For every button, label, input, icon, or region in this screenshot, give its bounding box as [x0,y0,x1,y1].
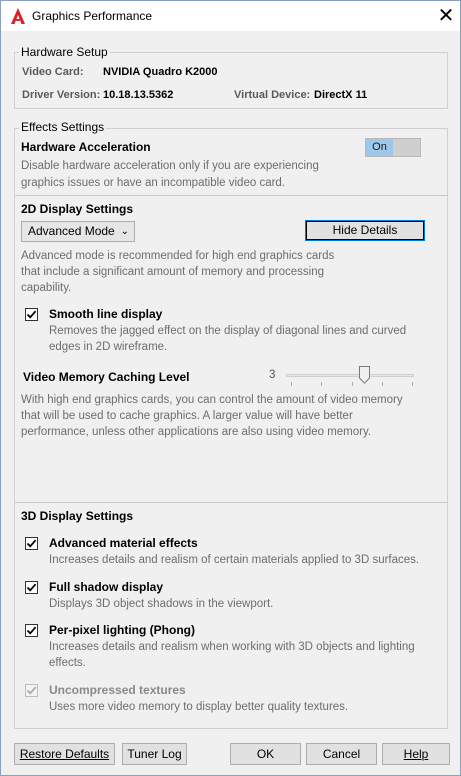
autocad-logo-icon [11,8,25,24]
hardware-acceleration-desc-2: graphics issues or have an incompatible … [21,177,286,189]
restore-defaults-button[interactable]: Restore Defaults [14,743,115,765]
display-mode-value: Advanced Mode [28,224,115,238]
restore-defaults-label: Restore Defaults [19,747,110,761]
slider-tick [291,382,292,386]
graphics-performance-dialog: Graphics Performance ✕ Hardware Setup Vi… [0,0,461,776]
advanced-material-label[interactable]: Advanced material effects [49,536,198,550]
display-mode-select[interactable]: Advanced Mode ⌄ [21,221,135,242]
video-memory-caching-title: Video Memory Caching Level [23,370,190,384]
video-memory-level-value: 3 [269,369,276,381]
2d-display-settings-title: 2D Display Settings [21,202,134,216]
smooth-line-label[interactable]: Smooth line display [49,307,162,321]
video-memory-desc-3: performance, unless other applications a… [21,426,372,438]
check-icon [26,310,37,319]
slider-tick [382,382,383,386]
slider-tick [352,382,353,386]
uncompressed-textures-label[interactable]: Uncompressed textures [49,683,186,697]
uncompressed-textures-desc: Uses more video memory to display better… [49,701,349,713]
ok-button[interactable]: OK [230,743,301,765]
tuner-log-button[interactable]: Tuner Log [122,743,187,765]
per-pixel-lighting-desc-1: Increases details and realism when worki… [49,641,415,653]
per-pixel-lighting-checkbox[interactable] [25,624,38,637]
check-icon [26,583,37,592]
toggle-on-label: On [366,139,393,156]
virtual-device-label: Virtual Device: [234,89,311,101]
full-shadow-label[interactable]: Full shadow display [49,580,163,594]
video-card-value: NVIDIA Quadro K2000 [103,66,218,78]
chevron-down-icon: ⌄ [120,226,129,237]
video-memory-desc-2: that will be used to cache graphics. A l… [21,410,353,422]
divider [15,502,447,503]
mode-desc-3: capability. [21,282,72,294]
mode-desc-2: that include a significant amount of mem… [21,266,324,278]
smooth-line-desc-2: edges in 2D wireframe. [49,341,168,353]
advanced-material-desc: Increases details and realism of certain… [49,554,420,566]
per-pixel-lighting-label[interactable]: Per-pixel lighting (Phong) [49,623,195,637]
hardware-acceleration-desc-1: Disable hardware acceleration only if yo… [21,160,319,172]
advanced-material-checkbox[interactable] [25,537,38,550]
cancel-button[interactable]: Cancel [306,743,377,765]
slider-tick [412,382,413,386]
uncompressed-textures-checkbox[interactable] [25,684,38,697]
slider-tick [321,382,322,386]
full-shadow-checkbox[interactable] [25,581,38,594]
video-memory-slider-track[interactable] [286,374,414,377]
video-memory-slider-thumb[interactable] [358,366,370,384]
driver-version-value: 10.18.13.5362 [103,89,174,101]
hide-details-button[interactable]: Hide Details [305,220,425,241]
help-button[interactable]: Help [382,743,450,765]
window-title: Graphics Performance [32,9,153,23]
close-icon[interactable]: ✕ [435,4,457,28]
video-memory-desc-1: With high end graphics cards, you can co… [21,394,403,406]
virtual-device-value: DirectX 11 [314,89,368,101]
hardware-acceleration-title: Hardware Acceleration [21,140,151,154]
hardware-setup-legend: Hardware Setup [19,45,110,59]
check-icon [26,539,37,548]
check-icon [26,626,37,635]
check-icon [26,686,37,695]
driver-version-label: Driver Version: [22,89,101,101]
title-bar: Graphics Performance ✕ [1,1,460,31]
3d-display-settings-title: 3D Display Settings [21,509,134,523]
video-card-label: Video Card: [22,66,84,78]
per-pixel-lighting-desc-2: effects. [49,657,86,669]
smooth-line-desc-1: Removes the jagged effect on the display… [49,325,407,337]
divider [15,195,447,196]
effects-settings-legend: Effects Settings [19,120,107,134]
tuner-log-label: Tuner Log [127,747,182,761]
mode-desc-1: Advanced mode is recommended for high en… [21,250,335,262]
help-label: Help [403,747,429,761]
full-shadow-desc: Displays 3D object shadows in the viewpo… [49,598,274,610]
hardware-acceleration-toggle[interactable]: On [365,138,421,157]
smooth-line-checkbox[interactable] [25,308,38,321]
